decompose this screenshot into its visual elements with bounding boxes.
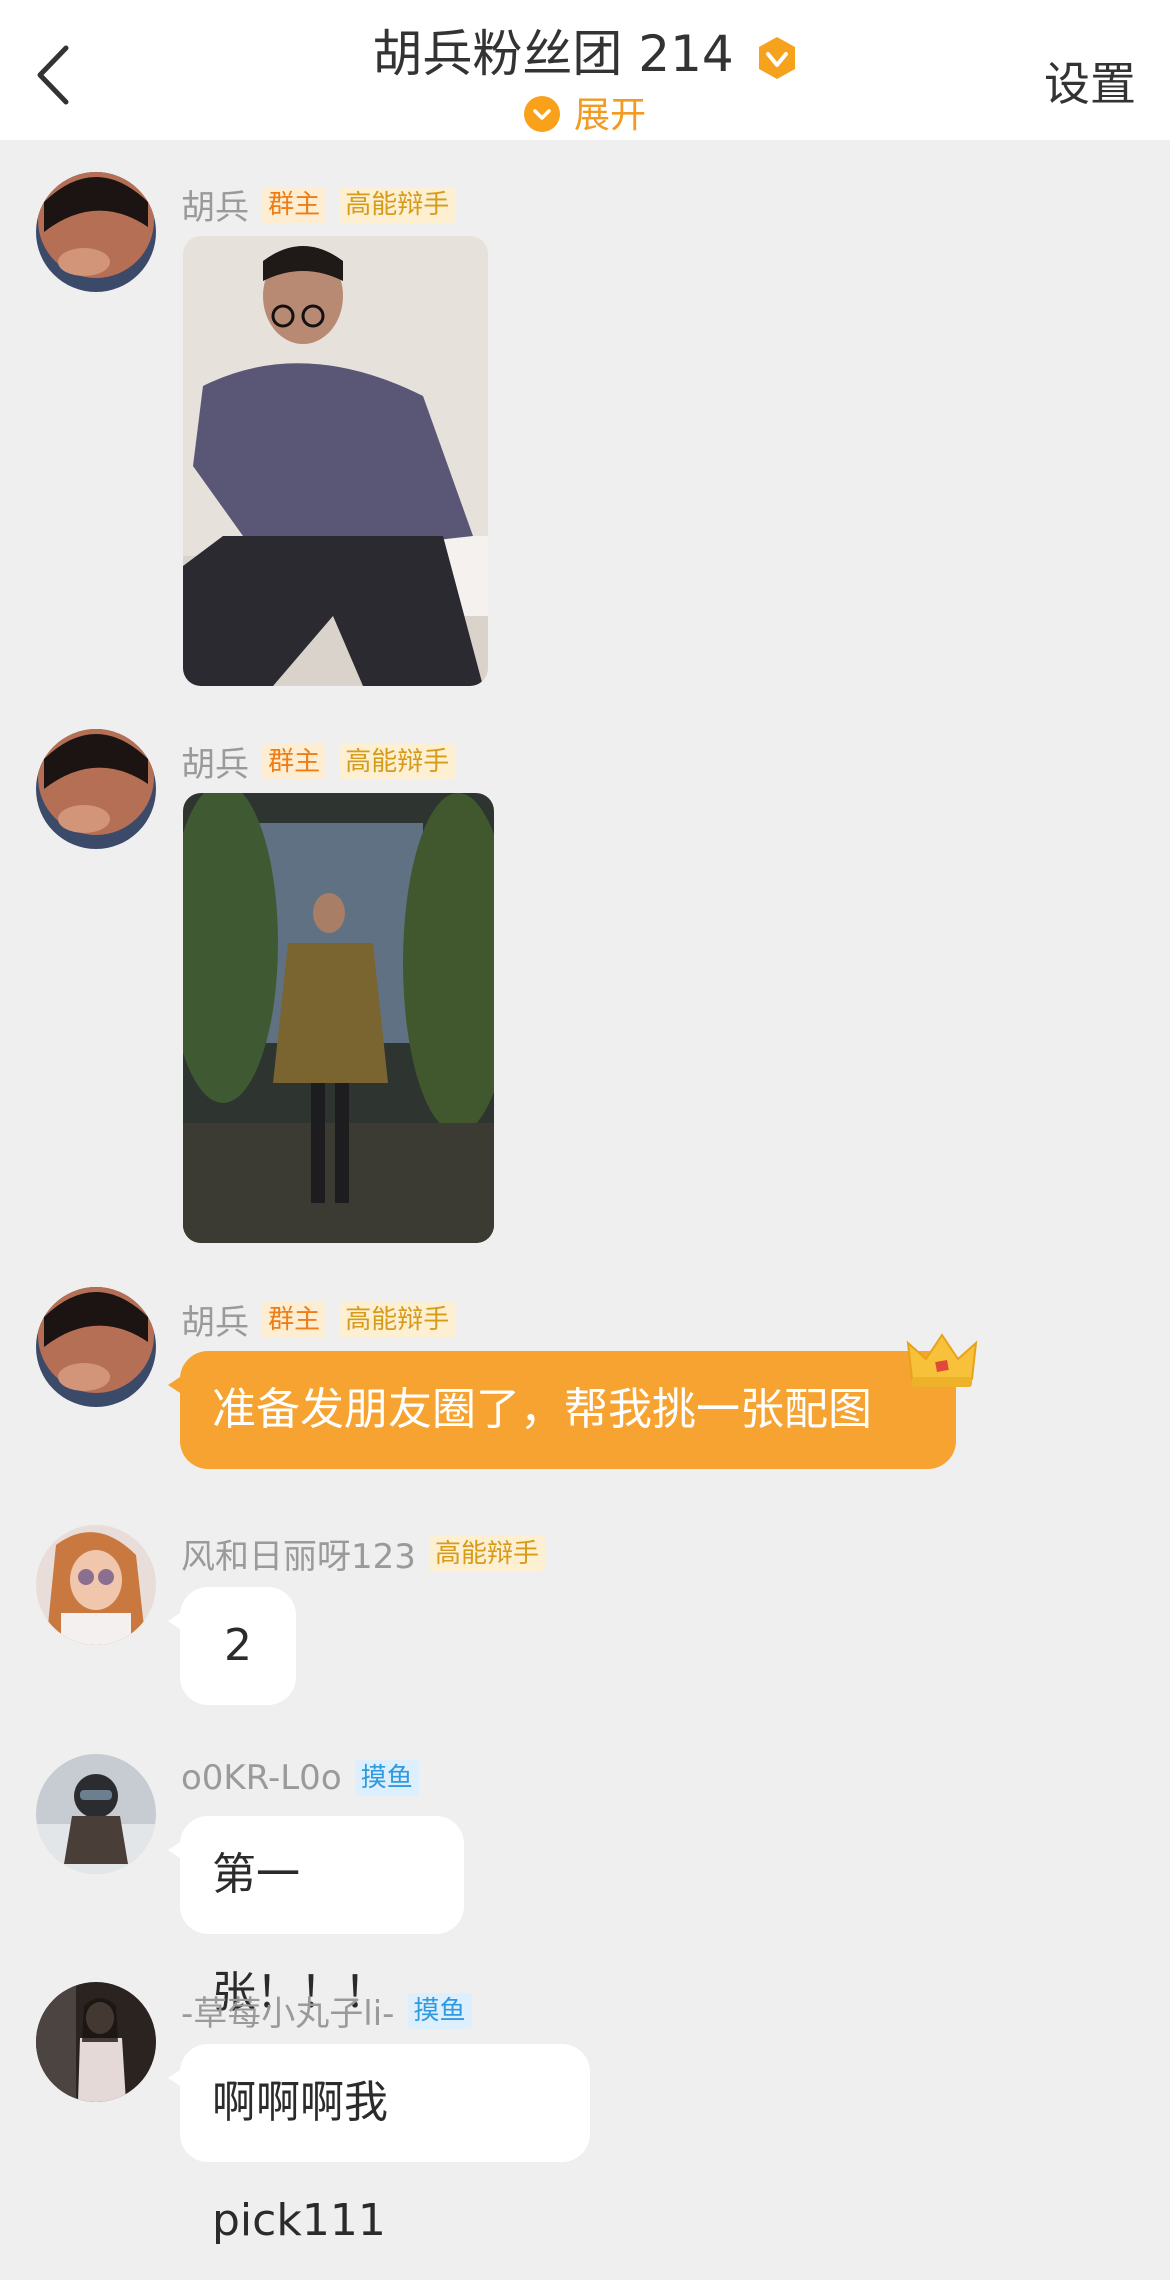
message-item: -草莓小丸子li- 摸鱼 啊啊啊我 pick111 xyxy=(0,1980,1170,2246)
verified-badge-icon xyxy=(758,36,795,79)
crown-icon xyxy=(906,1333,978,1387)
avatar[interactable] xyxy=(36,1982,156,2102)
message-item: 胡兵 群主 高能辩手 xyxy=(0,727,1170,1247)
sender-name[interactable]: 胡兵 xyxy=(181,1303,249,1343)
message-bubble[interactable]: 第一张！！！ xyxy=(168,1816,464,2018)
expand-toggle[interactable]: 展开 xyxy=(0,86,1170,138)
avatar[interactable] xyxy=(36,1525,156,1645)
message-item: 胡兵 群主 高能辩手 xyxy=(0,170,1170,690)
role-badge-owner: 群主 xyxy=(262,186,327,223)
message-meta: -草莓小丸子li- 摸鱼 xyxy=(181,1986,472,2034)
message-meta: 胡兵 群主 高能辩手 xyxy=(181,1295,456,1343)
role-badge-owner: 群主 xyxy=(262,743,327,780)
role-badge-debater: 高能辩手 xyxy=(339,1301,456,1338)
sender-name[interactable]: -草莓小丸子li- xyxy=(181,1994,394,2034)
sender-name[interactable]: o0KR-L0o xyxy=(181,1758,342,1798)
avatar[interactable] xyxy=(36,172,156,292)
settings-button[interactable]: 设置 xyxy=(1044,48,1136,114)
message-bubble[interactable]: 准备发朋友圈了，帮我挑一张配图 xyxy=(168,1351,956,1469)
chat-header: 胡兵粉丝团 214 展开 设置 xyxy=(0,0,1170,140)
message-photo[interactable] xyxy=(183,236,488,686)
expand-label: 展开 xyxy=(573,95,646,136)
group-title[interactable]: 胡兵粉丝团 214 xyxy=(0,14,1170,86)
sender-name[interactable]: 胡兵 xyxy=(181,188,249,228)
message-bubble[interactable]: 2 xyxy=(168,1587,296,1705)
sender-name[interactable]: 胡兵 xyxy=(181,745,249,785)
avatar[interactable] xyxy=(36,729,156,849)
group-title-text: 胡兵粉丝团 214 xyxy=(372,25,734,83)
message-bubble[interactable]: 啊啊啊我 pick111 xyxy=(168,2044,590,2246)
avatar[interactable] xyxy=(36,1287,156,1407)
message-meta: 胡兵 群主 高能辩手 xyxy=(181,737,456,785)
message-item: 胡兵 群主 高能辩手 准备发朋友圈了，帮我挑一张配图 xyxy=(0,1285,1170,1475)
chevron-down-icon xyxy=(523,96,560,132)
role-badge-moyu: 摸鱼 xyxy=(407,1992,472,2029)
role-badge-owner: 群主 xyxy=(262,1301,327,1338)
message-photo[interactable] xyxy=(183,793,494,1243)
message-meta: 风和日丽呀123 高能辩手 xyxy=(181,1529,546,1577)
message-meta: o0KR-L0o 摸鱼 xyxy=(181,1758,419,1802)
message-item: o0KR-L0o 摸鱼 第一张！！！ xyxy=(0,1752,1170,2018)
avatar[interactable] xyxy=(36,1754,156,1874)
message-item: 风和日丽呀123 高能辩手 2 xyxy=(0,1523,1170,1713)
sender-name[interactable]: 风和日丽呀123 xyxy=(181,1537,416,1577)
role-badge-debater: 高能辩手 xyxy=(339,186,456,223)
role-badge-debater: 高能辩手 xyxy=(339,743,456,780)
message-meta: 胡兵 群主 高能辩手 xyxy=(181,180,456,228)
role-badge-moyu: 摸鱼 xyxy=(354,1760,419,1796)
role-badge-debater: 高能辩手 xyxy=(429,1535,546,1572)
